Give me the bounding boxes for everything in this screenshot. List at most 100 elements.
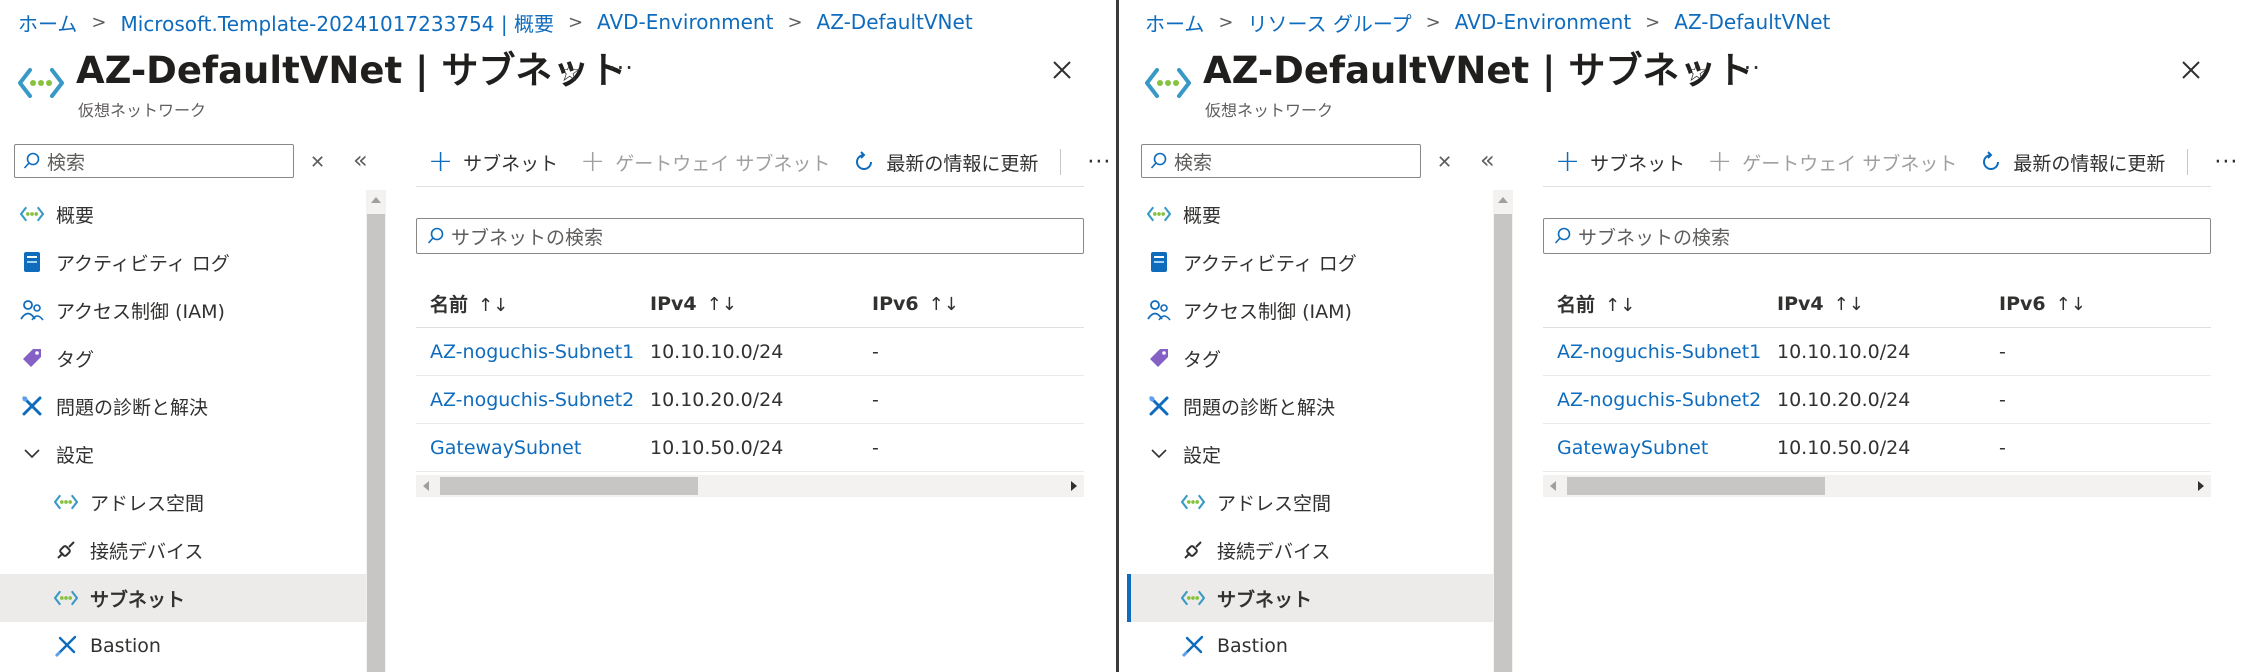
breadcrumb-vnet[interactable]: AZ-DefaultVNet (817, 10, 973, 34)
search-icon (1554, 227, 1571, 244)
subnet-name-link[interactable]: GatewaySubnet (1543, 437, 1765, 459)
tag-icon (1145, 344, 1173, 372)
nav-scrollbar[interactable] (366, 190, 386, 672)
refresh-button[interactable]: 最新の情報に更新 (852, 149, 1038, 176)
table-scrollbar-thumb[interactable] (440, 477, 698, 495)
address-space-icon (1179, 488, 1207, 516)
scroll-up-icon[interactable] (371, 197, 381, 203)
nav-item-bastion[interactable]: Bastion (0, 622, 366, 670)
scroll-up-icon[interactable] (1498, 197, 1508, 203)
nav-item-iam[interactable]: アクセス制御 (IAM) (0, 286, 366, 334)
nav-item-connected-devices[interactable]: 接続デバイス (1127, 526, 1493, 574)
nav-item-subnets[interactable]: サブネット (1127, 574, 1493, 622)
scroll-left-icon[interactable] (423, 481, 429, 491)
column-header-name[interactable]: 名前 ↑↓ (416, 290, 638, 317)
nav-item-label: アクティビティ ログ (1183, 252, 1357, 275)
nav-group-settings[interactable]: 設定 (0, 430, 366, 478)
nav-scrollbar-thumb[interactable] (367, 214, 385, 672)
breadcrumb-separator-icon: > (91, 11, 107, 33)
nav-item-overview[interactable]: 概要 (0, 190, 366, 238)
page-title: AZ-DefaultVNet | サブネット (76, 49, 627, 92)
breadcrumb-home[interactable]: ホーム (18, 8, 77, 37)
column-header-name[interactable]: 名前 ↑↓ (1543, 290, 1765, 317)
subnet-name-link[interactable]: AZ-noguchis-Subnet1 (1543, 341, 1765, 363)
more-actions-icon[interactable]: ··· (1735, 54, 1761, 82)
window-divider (1114, 0, 1127, 672)
clear-search-icon[interactable]: ✕ (310, 152, 325, 173)
add-subnet-button[interactable]: + サブネット (1555, 147, 1685, 177)
subnet-name-link[interactable]: AZ-noguchis-Subnet1 (416, 341, 638, 363)
nav-item-address-space[interactable]: アドレス空間 (1127, 478, 1493, 526)
collapse-nav-icon[interactable]: « (1480, 146, 1495, 174)
breadcrumb-resource-groups[interactable]: リソース グループ (1248, 8, 1412, 37)
subnet-table: 名前 ↑↓ IPv4 ↑↓ IPv6 ↑↓ AZ-noguchis-Subnet1 1… (1543, 280, 2211, 472)
bastion-icon (52, 632, 80, 660)
add-gateway-subnet-button[interactable]: + ゲートウェイ サブネット (580, 147, 830, 177)
favorite-star-icon[interactable]: ☆ (1685, 58, 1708, 88)
column-label: IPv6 (872, 292, 919, 315)
more-commands-icon[interactable]: ··· (2214, 150, 2238, 175)
breadcrumb-home[interactable]: ホーム (1145, 8, 1204, 37)
breadcrumb-vnet[interactable]: AZ-DefaultVNet (1674, 10, 1830, 34)
more-commands-icon[interactable]: ··· (1087, 150, 1111, 175)
add-gateway-subnet-button[interactable]: + ゲートウェイ サブネット (1707, 147, 1957, 177)
page-subtitle: 仮想ネットワーク (78, 101, 207, 120)
bastion-icon (1179, 632, 1207, 660)
nav-item-activity-log[interactable]: アクティビティ ログ (0, 238, 366, 286)
nav-item-tags[interactable]: タグ (0, 334, 366, 382)
subnet-name-link[interactable]: AZ-noguchis-Subnet2 (416, 389, 638, 411)
table-horizontal-scrollbar[interactable] (416, 475, 1084, 497)
nav-item-label: Bastion (1217, 635, 1288, 657)
subnet-search-input[interactable]: サブネットの検索 (1543, 218, 2211, 254)
column-header-ipv4[interactable]: IPv4 ↑↓ (1765, 293, 1987, 315)
close-icon[interactable] (2179, 58, 2203, 82)
breadcrumb-resource-group[interactable]: AVD-Environment (1455, 10, 1631, 34)
nav-item-tags[interactable]: タグ (1127, 334, 1493, 382)
more-actions-icon[interactable]: ··· (608, 54, 634, 82)
close-icon[interactable] (1050, 58, 1074, 82)
nav-search-input[interactable]: 検索 (14, 144, 294, 178)
nav-item-label: タグ (1183, 348, 1222, 371)
sort-icon: ↑↓ (928, 293, 959, 315)
subnet-search-input[interactable]: サブネットの検索 (416, 218, 1084, 254)
nav-item-label: タグ (56, 348, 95, 371)
subnet-name-link[interactable]: GatewaySubnet (416, 437, 638, 459)
nav-search-input[interactable]: 検索 (1141, 144, 1421, 178)
nav-item-address-space[interactable]: アドレス空間 (0, 478, 366, 526)
selected-indicator (1127, 574, 1131, 622)
scroll-left-icon[interactable] (1550, 481, 1556, 491)
nav-item-subnets[interactable]: サブネット (0, 574, 366, 622)
nav-scrollbar-thumb[interactable] (1494, 214, 1512, 672)
nav-item-activity-log[interactable]: アクティビティ ログ (1127, 238, 1493, 286)
nav-item-iam[interactable]: アクセス制御 (IAM) (1127, 286, 1493, 334)
nav-item-label: 問題の診断と解決 (1183, 396, 1336, 419)
add-subnet-button[interactable]: + サブネット (428, 147, 558, 177)
nav-item-diagnose[interactable]: 問題の診断と解決 (0, 382, 366, 430)
table-scrollbar-thumb[interactable] (1567, 477, 1825, 495)
nav-item-diagnose[interactable]: 問題の診断と解決 (1127, 382, 1493, 430)
nav-item-label: サブネット (1217, 588, 1313, 611)
column-header-ipv6[interactable]: IPv6 ↑↓ (1987, 293, 2211, 315)
nav-scrollbar[interactable] (1493, 190, 1513, 672)
clear-search-icon[interactable]: ✕ (1437, 152, 1452, 173)
address-space-icon (52, 488, 80, 516)
table-horizontal-scrollbar[interactable] (1543, 475, 2211, 497)
subnet-name-link[interactable]: AZ-noguchis-Subnet2 (1543, 389, 1765, 411)
nav-group-settings[interactable]: 設定 (1127, 430, 1493, 478)
column-label: 名前 (430, 294, 469, 316)
refresh-label: 最新の情報に更新 (886, 152, 1039, 175)
nav-item-bastion[interactable]: Bastion (1127, 622, 1493, 670)
search-icon (427, 227, 444, 244)
breadcrumb-deployment[interactable]: Microsoft.Template-20241017233754 | 概要 (121, 8, 554, 37)
scroll-right-icon[interactable] (2198, 481, 2204, 491)
favorite-star-icon[interactable]: ☆ (558, 58, 581, 88)
diagnose-icon (1145, 392, 1173, 420)
column-header-ipv4[interactable]: IPv4 ↑↓ (638, 293, 860, 315)
nav-item-connected-devices[interactable]: 接続デバイス (0, 526, 366, 574)
column-header-ipv6[interactable]: IPv6 ↑↓ (860, 293, 1084, 315)
collapse-nav-icon[interactable]: « (353, 146, 368, 174)
breadcrumb-resource-group[interactable]: AVD-Environment (597, 10, 773, 34)
refresh-button[interactable]: 最新の情報に更新 (1979, 149, 2165, 176)
scroll-right-icon[interactable] (1071, 481, 1077, 491)
nav-item-overview[interactable]: 概要 (1127, 190, 1493, 238)
